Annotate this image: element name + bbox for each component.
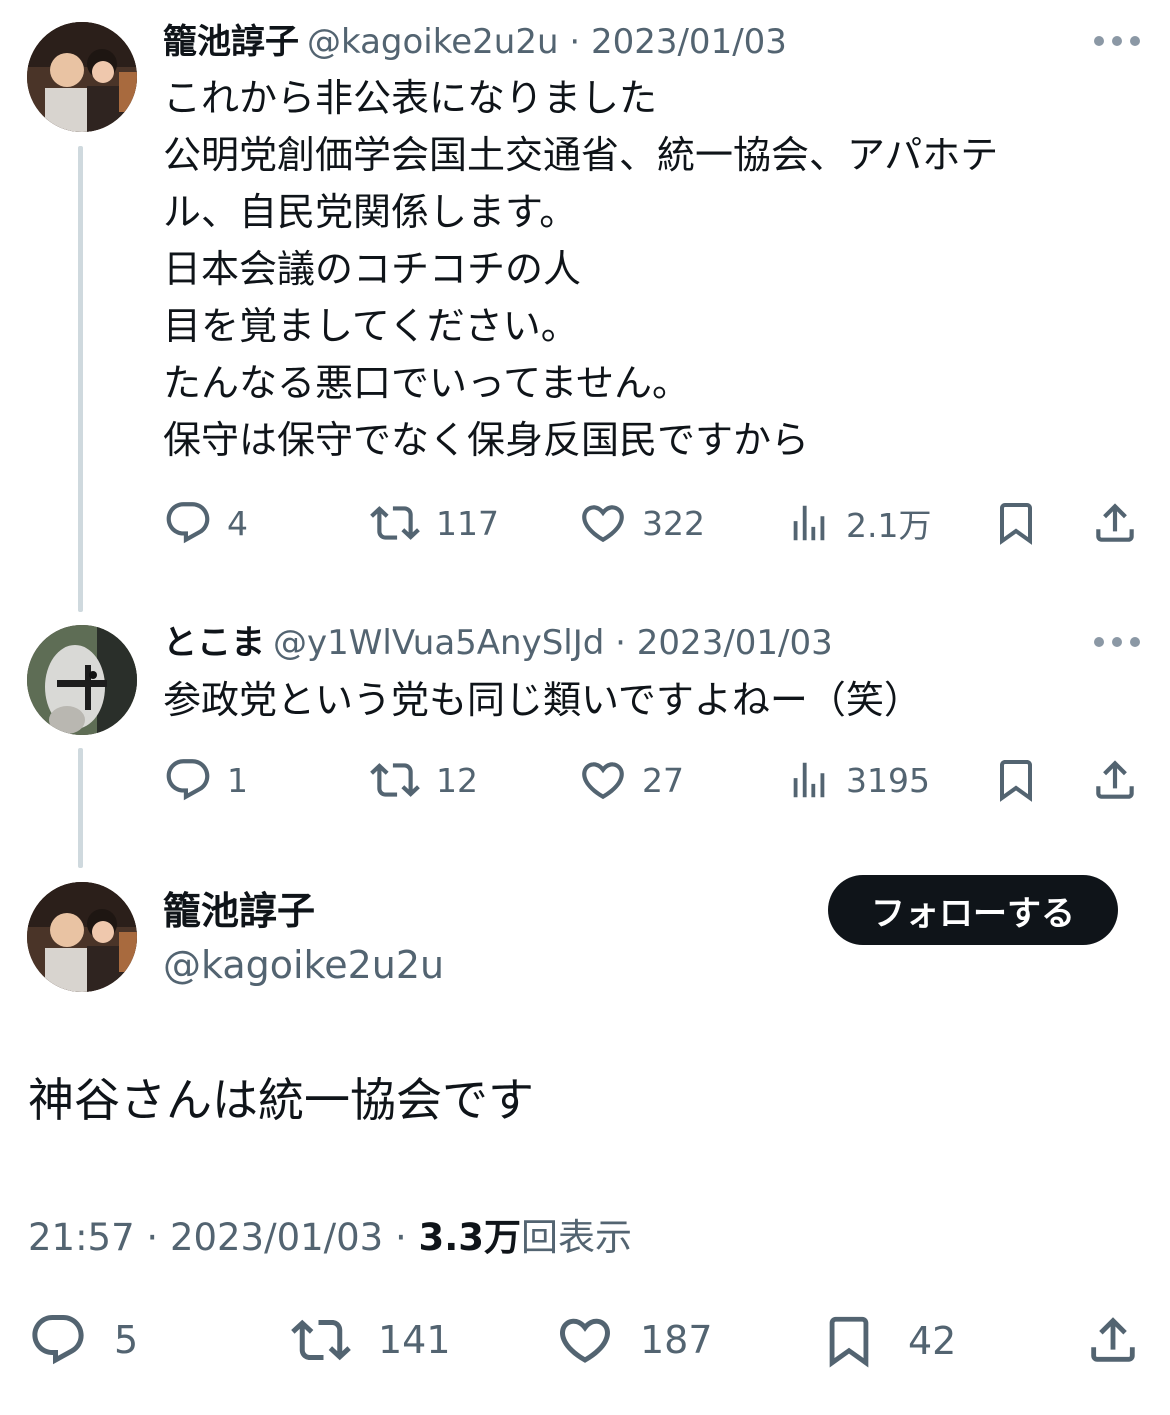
share-button[interactable] xyxy=(1090,498,1140,548)
reply-count: 4 xyxy=(227,503,248,543)
share-button[interactable] xyxy=(1084,1310,1142,1370)
reply-count: 5 xyxy=(114,1318,139,1362)
separator: · xyxy=(394,1216,407,1259)
separator: · xyxy=(569,22,581,62)
follow-button[interactable]: フォローする xyxy=(828,875,1118,945)
share-icon xyxy=(1090,755,1140,805)
views-count: 3195 xyxy=(846,760,930,800)
retweet-icon xyxy=(368,755,422,805)
bookmark-button[interactable] xyxy=(992,498,1040,548)
tweet-date[interactable]: 2023/01/03 xyxy=(591,22,787,62)
reply-button[interactable]: 5 xyxy=(28,1310,138,1370)
main-tweet-text: 神谷さんは統一協会です xyxy=(28,1073,534,1127)
view-label: 回表示 xyxy=(521,1216,633,1259)
bookmark-icon xyxy=(820,1310,878,1372)
bookmark-icon xyxy=(992,755,1040,805)
tweet-text-line: 日本会議のコチコチの人 xyxy=(163,247,582,291)
tweet-text-line: たんなる悪口でいってません。 xyxy=(163,361,691,405)
retweet-button[interactable]: 141 xyxy=(288,1310,451,1370)
tweet-date[interactable]: 2023/01/03 xyxy=(637,623,833,663)
share-icon xyxy=(1084,1310,1142,1370)
like-icon xyxy=(554,1310,616,1370)
reply-icon xyxy=(163,498,213,548)
retweet-count: 141 xyxy=(378,1318,451,1362)
tweet-date[interactable]: 2023/01/03 xyxy=(170,1216,383,1259)
separator: · xyxy=(615,623,626,663)
views-button[interactable]: 3195 xyxy=(786,755,930,805)
tweet-header: 籠池諄子 @kagoike2u2u · 2023/01/03 xyxy=(163,22,787,62)
like-icon xyxy=(578,498,628,548)
author-handle[interactable]: @kagoike2u2u xyxy=(307,22,559,62)
view-count: 3.3万 xyxy=(418,1216,522,1259)
tweet-text-line: これから非公表になりました xyxy=(163,76,658,120)
bookmark-count: 42 xyxy=(908,1319,957,1363)
reply-count: 1 xyxy=(227,760,248,800)
share-icon xyxy=(1090,498,1140,548)
views-icon xyxy=(786,498,832,548)
views-button[interactable]: 2.1万 xyxy=(786,498,931,548)
tweet-text-line: 目を覚ましてください。 xyxy=(163,304,579,348)
reply-icon xyxy=(163,755,213,805)
bookmark-button[interactable]: 42 xyxy=(820,1310,956,1372)
separator: · xyxy=(146,1216,159,1259)
bookmark-button[interactable] xyxy=(992,755,1040,805)
avatar[interactable] xyxy=(27,625,137,735)
views-icon xyxy=(786,755,832,805)
thread-line xyxy=(78,748,83,868)
like-button[interactable]: 322 xyxy=(578,498,705,548)
more-icon[interactable] xyxy=(1094,635,1140,649)
tweet-text: 参政党という党も同じ類いですよねー（笑） xyxy=(163,672,922,729)
avatar[interactable] xyxy=(27,22,137,132)
retweet-button[interactable]: 12 xyxy=(368,755,478,805)
thread-line xyxy=(78,146,83,612)
tweet-time[interactable]: 21:57 xyxy=(28,1216,135,1259)
author-handle[interactable]: @y1WlVua5AnySlJd xyxy=(273,623,604,663)
like-icon xyxy=(578,755,628,805)
bookmark-icon xyxy=(992,498,1040,548)
author-name[interactable]: 籠池諄子 xyxy=(163,22,299,62)
author-handle[interactable]: @kagoike2u2u xyxy=(163,942,444,988)
like-button[interactable]: 27 xyxy=(578,755,684,805)
tweet-header: とこま @y1WlVua5AnySlJd · 2023/01/03 xyxy=(163,623,833,663)
tweet-text: これから非公表になりました 公明党創価学会国土交通省、統一協会、アパホテ ル、自… xyxy=(163,70,998,469)
retweet-count: 117 xyxy=(436,503,499,543)
tweet-meta: 21:57 · 2023/01/03 · 3.3万回表示 xyxy=(28,1215,632,1261)
more-icon[interactable] xyxy=(1094,34,1140,48)
reply-button[interactable]: 1 xyxy=(163,755,248,805)
author-name[interactable]: 籠池諄子 xyxy=(163,888,315,934)
views-count: 2.1万 xyxy=(846,506,932,545)
retweet-button[interactable]: 117 xyxy=(368,498,499,548)
avatar[interactable] xyxy=(27,882,137,992)
author-name[interactable]: とこま xyxy=(163,623,265,663)
share-button[interactable] xyxy=(1090,755,1140,805)
tweet-text-line: 保守は保守でなく保身反国民ですから xyxy=(163,418,810,462)
retweet-count: 12 xyxy=(436,760,478,800)
retweet-icon xyxy=(288,1310,354,1370)
like-count: 322 xyxy=(642,503,705,543)
like-count: 187 xyxy=(640,1318,713,1362)
tweet-text-line: ル、自民党関係します。 xyxy=(163,190,578,234)
like-button[interactable]: 187 xyxy=(554,1310,713,1370)
tweet-text-line: 参政党という党も同じ類いですよねー（笑） xyxy=(163,678,922,722)
like-count: 27 xyxy=(642,760,684,800)
reply-button[interactable]: 4 xyxy=(163,498,248,548)
tweet-text-line: 公明党創価学会国土交通省、統一協会、アパホテ xyxy=(163,133,999,177)
reply-icon xyxy=(28,1310,88,1370)
retweet-icon xyxy=(368,498,422,548)
